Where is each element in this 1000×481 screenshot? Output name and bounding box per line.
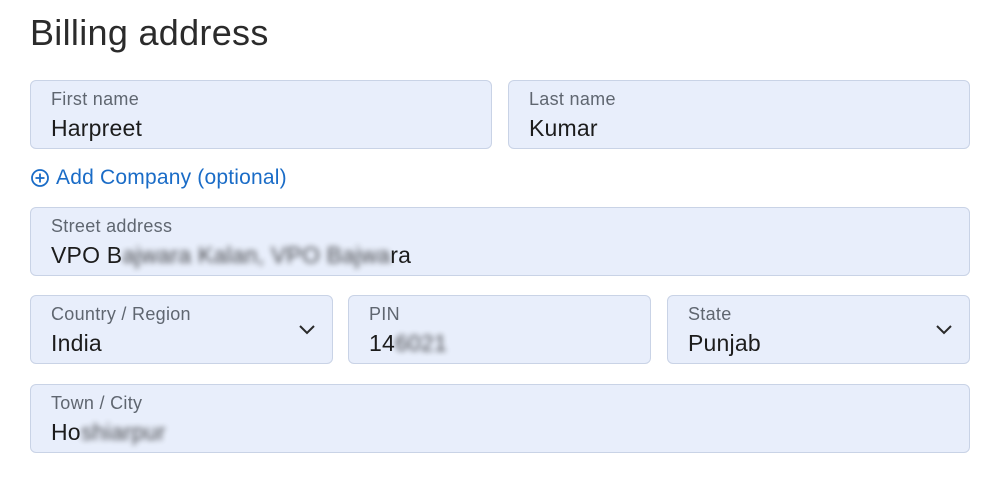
street-address-label: Street address	[51, 216, 173, 236]
plus-circle-icon	[31, 169, 49, 187]
add-company-link[interactable]: Add Company (optional)	[30, 166, 287, 190]
country-region-value: India	[51, 330, 102, 356]
pin-label: PIN	[369, 304, 400, 324]
add-company-label: Add Company (optional)	[56, 166, 287, 189]
street-address-visible-suffix: ra	[390, 242, 412, 268]
state-value: Punjab	[688, 330, 761, 356]
last-name-label: Last name	[529, 89, 616, 109]
town-city-input[interactable]: Hoshiarpur	[51, 419, 166, 446]
chevron-down-icon	[299, 325, 315, 335]
town-city-visible: Ho	[51, 419, 81, 445]
country-region-label: Country / Region	[51, 304, 191, 324]
pin-field[interactable]: PIN 146021	[348, 295, 651, 364]
country-region-select[interactable]: Country / Region India	[30, 295, 333, 364]
chevron-down-icon	[936, 325, 952, 335]
first-name-label: First name	[51, 89, 140, 109]
pin-input[interactable]: 146021	[369, 330, 447, 357]
town-city-label: Town / City	[51, 393, 143, 413]
town-city-redacted: shiarpur	[80, 419, 166, 445]
pin-redacted: 6021	[394, 330, 447, 356]
state-select[interactable]: State Punjab	[667, 295, 970, 364]
state-label: State	[688, 304, 732, 324]
last-name-input[interactable]: Kumar	[529, 115, 598, 142]
first-name-input[interactable]: Harpreet	[51, 115, 142, 142]
town-city-field[interactable]: Town / City Hoshiarpur	[30, 384, 970, 453]
first-name-field[interactable]: First name Harpreet	[30, 80, 492, 149]
street-address-redacted: ajwara Kalan, VPO Bajwa	[122, 242, 391, 268]
street-address-input[interactable]: VPO Bajwara Kalan, VPO Bajwara	[51, 242, 411, 269]
street-address-field[interactable]: Street address VPO Bajwara Kalan, VPO Ba…	[30, 207, 970, 276]
last-name-field[interactable]: Last name Kumar	[508, 80, 970, 149]
section-title: Billing address	[30, 12, 269, 53]
street-address-visible-prefix: VPO B	[51, 242, 123, 268]
pin-visible: 14	[369, 330, 395, 356]
billing-address-form: Billing address First name Harpreet Last…	[0, 0, 1000, 481]
